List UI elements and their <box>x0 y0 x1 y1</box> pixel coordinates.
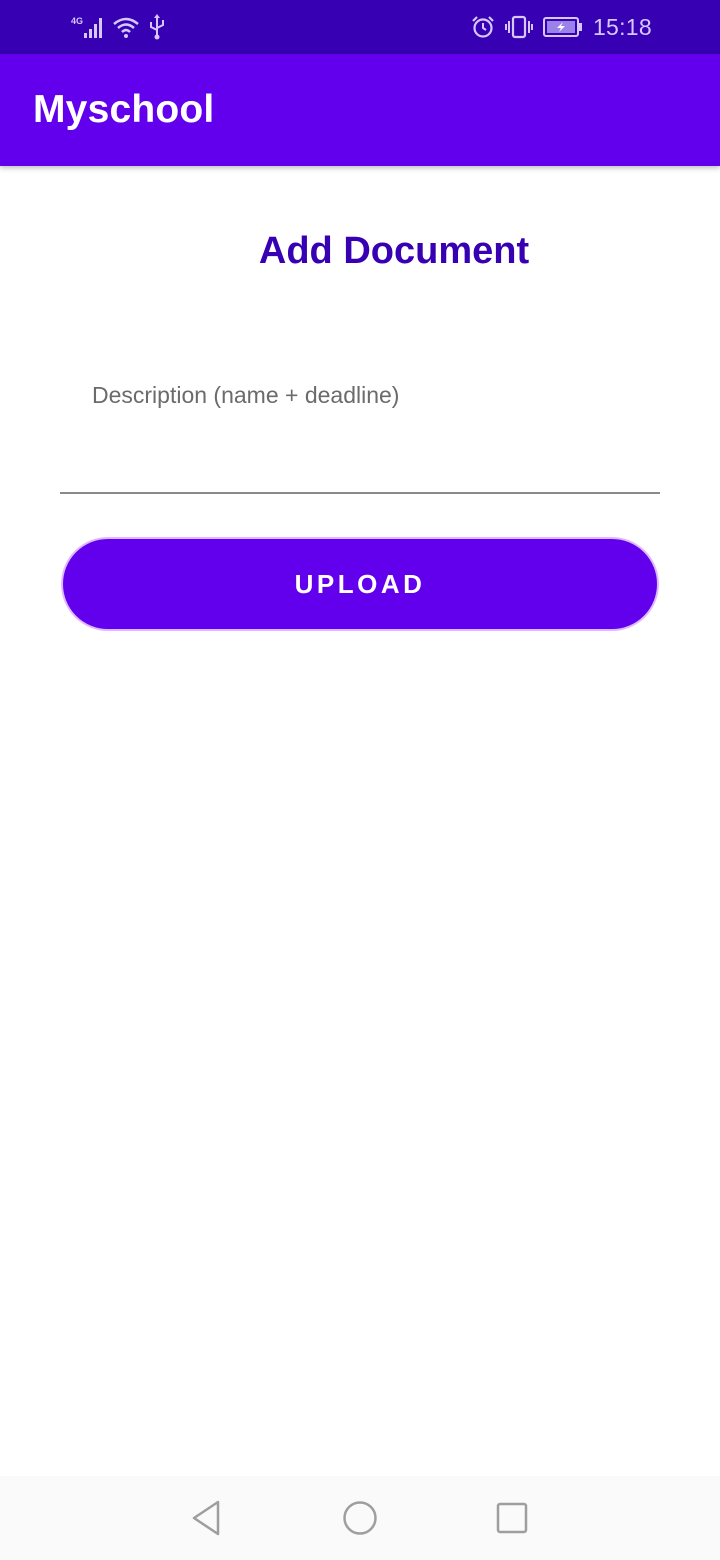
app-title: Myschool <box>33 88 215 131</box>
alarm-icon <box>471 15 495 39</box>
page-title: Add Document <box>258 230 530 272</box>
status-left-group: 4G <box>70 12 166 42</box>
description-input[interactable] <box>60 370 660 494</box>
network-type-label: 4G <box>71 16 83 26</box>
status-right-group: 15:18 <box>471 12 652 42</box>
status-time: 15:18 <box>592 13 652 40</box>
status-bar: 4G 15:18 <box>0 0 720 54</box>
home-icon[interactable] <box>340 1498 380 1538</box>
cellular-signal-icon: 4G <box>70 15 104 39</box>
wifi-icon <box>112 15 140 39</box>
app-bar: Myschool <box>0 54 720 166</box>
upload-button[interactable]: UPLOAD <box>61 537 659 631</box>
battery-charging-icon <box>542 16 583 38</box>
vibrate-icon <box>504 15 533 39</box>
description-field[interactable]: Description (name + deadline) <box>60 370 660 496</box>
usb-icon <box>148 14 166 40</box>
recent-apps-icon[interactable] <box>492 1498 532 1538</box>
navigation-bar <box>0 1476 720 1560</box>
back-icon[interactable] <box>186 1498 226 1538</box>
